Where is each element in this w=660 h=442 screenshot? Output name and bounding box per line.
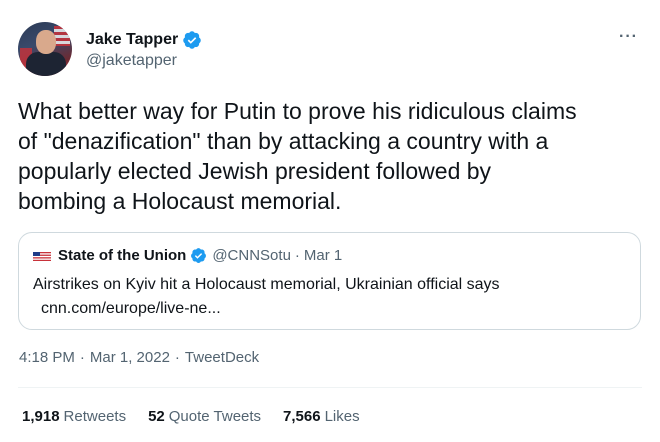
tweet-metadata: 4:18 PM · Mar 1, 2022 · TweetDeck [19,349,259,366]
tweet-text-line: of "denazification" than by attacking a … [18,128,549,154]
tweet-text-line: popularly elected Jewish president follo… [18,158,492,184]
quote-tweets-stat[interactable]: 52 Quote Tweets [148,408,261,425]
tweet-text: What better way for Putin to prove his r… [18,96,644,216]
quote-tweets-label: Quote Tweets [168,408,262,425]
quoted-separator: · [294,247,300,264]
retweets-label: Retweets [63,408,127,425]
verified-badge-icon [183,31,201,49]
avatar[interactable] [18,22,72,76]
avatar-suit [26,52,66,76]
tweet-source[interactable]: TweetDeck [185,349,259,366]
tweet-time[interactable]: 4:18 PM [19,349,75,366]
quote-tweets-count: 52 [148,408,165,425]
divider [18,387,642,388]
author-name-row: Jake Tapper [86,30,202,50]
author-name[interactable]: Jake Tapper [86,31,178,49]
quoted-author-handle: @CNNSotu [212,247,291,264]
retweets-count: 1,918 [22,408,60,425]
retweets-stat[interactable]: 1,918 Retweets [22,408,126,425]
tweet-stats: 1,918 Retweets 52 Quote Tweets 7,566 Likes [22,408,382,425]
tweet-date[interactable]: Mar 1, 2022 [90,349,170,366]
likes-label: Likes [324,408,360,425]
meta-separator: · [79,349,85,366]
quoted-tweet-header: State of the Union @CNNSotu · Mar 1 [33,247,342,264]
avatar-flag [54,26,70,46]
author-handle[interactable]: @jaketapper [86,52,177,70]
verified-badge-icon [191,248,207,263]
likes-count: 7,566 [283,408,321,425]
meta-separator: · [174,349,180,366]
quoted-tweet-text: Airstrikes on Kyiv hit a Holocaust memor… [33,276,500,293]
quoted-date: Mar 1 [303,247,343,264]
more-options-icon[interactable]: ··· [619,28,638,46]
tweet-text-line: What better way for Putin to prove his r… [18,98,577,124]
quoted-tweet-link[interactable]: cnn.com/europe/live-ne... [41,298,221,320]
avatar-face [36,30,56,54]
tweet-text-line: bombing a Holocaust memorial. [18,188,342,214]
state-of-the-union-logo-icon [33,250,51,261]
quoted-author-name: State of the Union [58,247,187,264]
tweet-header: Jake Tapper @jaketapper ··· [18,22,642,78]
quoted-tweet[interactable]: State of the Union @CNNSotu · Mar 1 Airs… [18,232,641,330]
likes-stat[interactable]: 7,566 Likes [283,408,360,425]
